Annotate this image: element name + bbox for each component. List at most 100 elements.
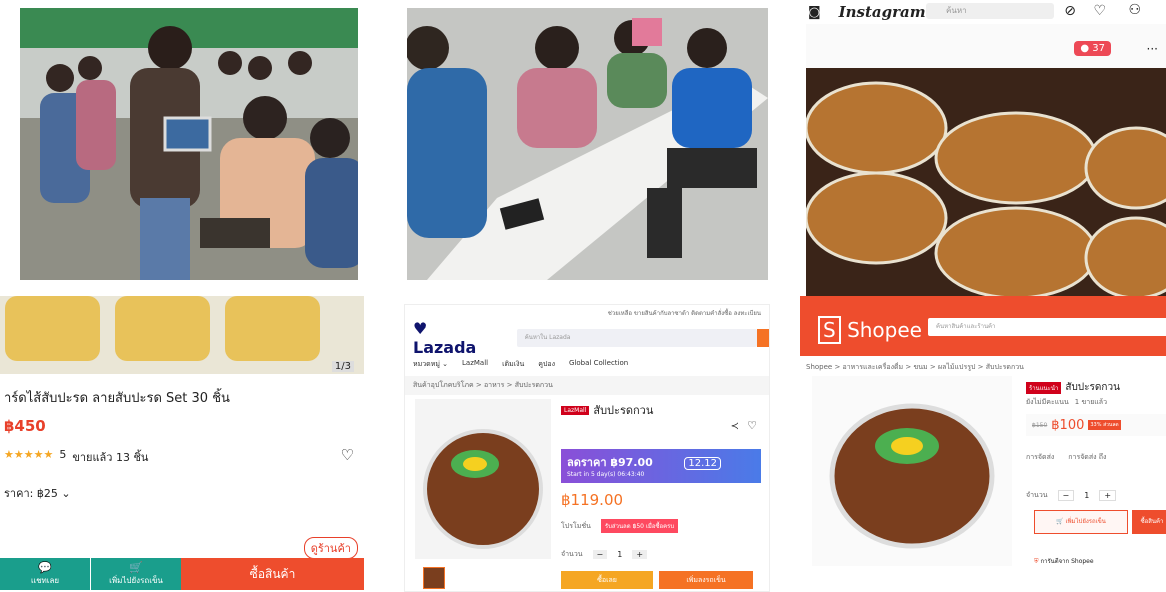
discount-badge: 33% ส่วนลด	[1088, 420, 1121, 430]
nav-lazmall[interactable]: LazMall	[462, 359, 488, 370]
preferred-tag: ร้านแนะนำ	[1026, 381, 1062, 394]
shopee-rating-row: ยังไม่มีคะแนน 1 ขายแล้ว	[1026, 397, 1107, 408]
shopee-add-to-cart-button[interactable]: 🛒 เพิ่มไปยังรถเข็น	[1034, 510, 1128, 534]
lazada-logo-text: Lazada	[413, 338, 477, 357]
chat-icon: 💬	[38, 561, 52, 574]
rating-stars: ★★★★★	[4, 448, 54, 461]
lazada-title-row: LazMall สับปะรดกวน	[561, 401, 653, 419]
lazada-product-page: ช่วยเหลือ ขายสินค้ากับลาซาด้า ติดตามคำสั…	[404, 304, 770, 592]
flash-sale-banner: ลดราคา ฿97.00 Start in 5 day(s) 06:43:40…	[561, 449, 761, 483]
shopee-price: ฿100	[1051, 417, 1085, 433]
instagram-photo	[806, 68, 1166, 300]
lazmall-tag: LazMall	[561, 405, 590, 415]
user-icon[interactable]: ⚇	[1128, 2, 1141, 18]
shopee-guarantee: ⛨ การันตีจาก Shopee	[1034, 556, 1094, 566]
chat-label: แชทเลย	[30, 576, 60, 585]
quantity-minus[interactable]: −	[1057, 490, 1075, 501]
shopee-header: S Shopee ค้นหาสินค้าและร้านค้า	[800, 296, 1166, 356]
cart-icon: 🛒	[129, 561, 143, 574]
quantity-label: จำนวน	[561, 550, 583, 558]
sale-price-label: ลดราคา ฿97.00	[567, 456, 653, 469]
shopee-product-image	[812, 376, 1012, 566]
old-price: ฿150	[1032, 421, 1048, 429]
wishlist-heart-icon[interactable]: ♡	[747, 419, 757, 432]
promotion-tag[interactable]: รับส่วนลด ฿50 เมื่อซื้อครบ	[600, 519, 679, 533]
compass-icon[interactable]: ⊘	[1064, 3, 1076, 19]
mobile-shop-product: 1/3 าร์ดไส้สับปะรด ลายสับปะรด Set 30 ชิ้…	[0, 296, 364, 590]
share-icon[interactable]: ≺	[731, 421, 739, 432]
sale-countdown: Start in 5 day(s) 06:43:40	[567, 471, 645, 478]
likes-count: 37	[1092, 43, 1105, 54]
shipping-row: การจัดส่ง การจัดส่ง ถึง	[1026, 452, 1106, 463]
shopee-bag-icon: S	[818, 316, 841, 344]
categories-menu[interactable]: หมวดหมู่ ⌄	[413, 359, 448, 370]
chat-button[interactable]: 💬 แชทเลย	[0, 558, 90, 590]
instagram-search-input[interactable]: ค้นหา	[926, 3, 1054, 19]
shopee-product-title: สับปะรดกวน	[1065, 382, 1120, 393]
sold-count: 1 ขายแล้ว	[1074, 398, 1108, 406]
instagram-badge[interactable]: ● 37	[1074, 41, 1111, 56]
more-options-icon[interactable]: ···	[1147, 42, 1158, 56]
instagram-logo[interactable]: Instagram	[839, 3, 926, 21]
product-price: ฿450	[4, 417, 46, 435]
variant-price[interactable]: ราคา: ฿25 ⌄	[4, 484, 71, 502]
nav-coupons[interactable]: คูปอง	[538, 359, 555, 370]
cart-plus-icon: 🛒	[1056, 518, 1064, 525]
promo-1212-badge: 12.12	[684, 457, 721, 470]
cart-label: เพิ่มไปยังรถเข็น	[109, 576, 163, 585]
shopee-title-row: ร้านแนะนำ สับปะรดกวน	[1026, 380, 1120, 395]
instagram-header: ◙ Instagram ค้นหา ⊘ ♡ ⚇	[806, 0, 1166, 24]
shopee-quantity-row: จำนวน − 1 +	[1026, 490, 1117, 501]
favorite-heart-icon[interactable]: ♡	[341, 446, 354, 464]
shopee-search-input[interactable]: ค้นหาสินค้าและร้านค้า	[928, 318, 1166, 336]
lazada-search-input[interactable]: ค้นหาใน Lazada	[516, 329, 757, 347]
shopee-price-row: ฿150 ฿100 33% ส่วนลด	[1026, 414, 1166, 436]
add-to-cart-button[interactable]: 🛒 เพิ่มไปยังรถเข็น	[90, 558, 181, 590]
add-to-cart-label: เพิ่มไปยังรถเข็น	[1065, 518, 1106, 525]
quantity-plus[interactable]: +	[632, 550, 648, 559]
lazada-header: ♥ Lazada ค้นหาใน Lazada	[405, 319, 769, 357]
quantity-value[interactable]: 1	[617, 550, 622, 559]
quantity-label: จำนวน	[1026, 491, 1048, 499]
view-shop-button[interactable]: ดูร้านค้า	[303, 537, 358, 559]
lazada-product-image	[415, 399, 551, 559]
guarantee-text: การันตีจาก Shopee	[1040, 558, 1094, 565]
nav-global-collection[interactable]: Global Collection	[569, 359, 628, 370]
sold-count: ขายแล้ว 13 ชิ้น	[72, 451, 149, 464]
photo-table-phones	[407, 8, 768, 280]
product-image-strip: 1/3	[0, 296, 364, 374]
person-icon: ●	[1080, 43, 1090, 54]
bottom-action-bar: 💬 แชทเลย 🛒 เพิ่มไปยังรถเข็น ซื้อสินค้า	[0, 558, 364, 590]
buy-now-button[interactable]: ซื้อสินค้า	[181, 558, 364, 590]
shopee-buy-now-button[interactable]: ซื้อสินค้า	[1132, 510, 1166, 534]
rating-row: ★★★★★ 5 ขายแล้ว 13 ชิ้น	[4, 448, 148, 466]
lazada-quantity-row: จำนวน − 1 +	[561, 549, 648, 560]
shipping-value[interactable]: การจัดส่ง ถึง	[1068, 452, 1106, 463]
shopee-logo[interactable]: S Shopee	[818, 316, 922, 344]
lazada-add-to-cart-button[interactable]: เพิ่มลงรถเข็น	[659, 571, 753, 589]
chevron-down-icon: ⌄	[61, 487, 71, 500]
lazada-product-title: สับปะรดกวน	[593, 404, 654, 417]
heart-icon[interactable]: ♡	[1093, 3, 1106, 19]
instagram-camera-icon[interactable]: ◙	[808, 5, 821, 20]
quantity-minus[interactable]: −	[592, 550, 608, 559]
lazada-breadcrumb[interactable]: สินค้าอุปโภคบริโภค > อาหาร > สับปะรดกวน	[405, 376, 769, 395]
shield-icon: ⛨	[1034, 558, 1039, 565]
photo-workshop-teacher	[20, 8, 358, 280]
nav-topup[interactable]: เติมเงิน	[502, 359, 524, 370]
lazada-price: ฿119.00	[561, 491, 624, 509]
quantity-value[interactable]: 1	[1084, 491, 1089, 500]
lazada-buy-now-button[interactable]: ซื้อเลย	[561, 571, 653, 589]
quantity-plus[interactable]: +	[1099, 490, 1117, 501]
instagram-post: ◙ Instagram ค้นหา ⊘ ♡ ⚇ ● 37 ···	[806, 0, 1166, 300]
lazada-logo[interactable]: ♥ Lazada	[413, 319, 487, 357]
lazada-thumbnail[interactable]	[423, 567, 445, 589]
product-title: าร์ดไส้สับปะรด ลายสับปะรด Set 30 ชิ้น	[4, 391, 230, 406]
lazada-search-button[interactable]	[756, 329, 769, 347]
rating-value: 5	[59, 448, 67, 461]
shopee-product-page: S Shopee ค้นหาสินค้าและร้านค้า Shopee > …	[800, 296, 1166, 590]
image-counter: 1/3	[331, 361, 354, 372]
promotion-label: โปรโมชั่น	[561, 521, 591, 530]
shipping-label: การจัดส่ง	[1026, 453, 1055, 461]
lazada-promotion-row: โปรโมชั่น รับส่วนลด ฿50 เมื่อซื้อครบ	[561, 519, 679, 533]
